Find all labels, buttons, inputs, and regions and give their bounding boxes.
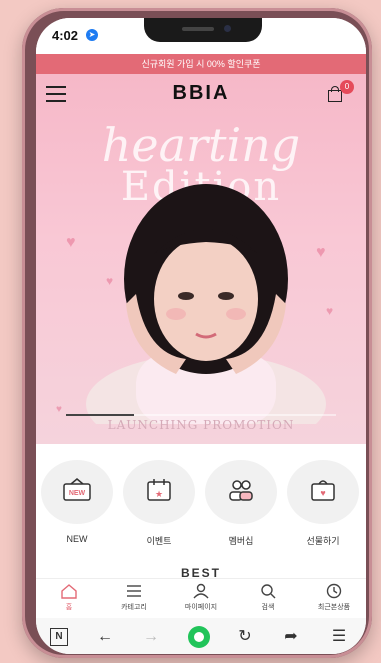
hamburger-menu-icon[interactable] — [46, 86, 66, 102]
tab-category[interactable]: 카테고리 — [104, 583, 164, 612]
quick-menu-membership[interactable]: 멤버십 — [204, 460, 278, 547]
notch — [144, 18, 262, 42]
site-header: BBIA 0 — [36, 74, 366, 114]
refresh-icon[interactable]: ↻ — [234, 626, 256, 648]
quick-menu-label: 멤버십 — [228, 536, 254, 546]
hero-caption: LAUNCHING PROMOTION — [107, 418, 295, 432]
carousel-progress-fill — [66, 414, 134, 416]
quick-menu-event[interactable]: ★ 이벤트 — [122, 460, 196, 547]
quick-menu-label: 선물하기 — [306, 536, 340, 546]
tab-search[interactable]: 검색 — [238, 583, 298, 612]
calendar-star-icon: ★ — [147, 479, 171, 501]
tab-recent[interactable]: 최근본상품 — [304, 583, 364, 612]
status-time: 4:02 — [52, 28, 79, 43]
cart-count-badge: 0 — [340, 80, 354, 94]
quick-menu-new[interactable]: NEW NEW — [40, 460, 114, 544]
phone-screen: 4:02 ➤ 신규회원 가입 시 00% 할인쿠폰 hearting Editi… — [36, 18, 366, 654]
naver-n-icon[interactable]: N — [48, 626, 70, 648]
status-bar: 4:02 ➤ — [36, 18, 366, 54]
quick-menu: NEW NEW ★ 이벤트 멤버십 ♥ 선물하기 — [36, 444, 366, 554]
menu-icon — [127, 585, 141, 597]
tab-home[interactable]: 홈 — [39, 583, 99, 612]
tab-label: 최근본상품 — [317, 604, 351, 611]
search-icon — [261, 584, 276, 599]
home-icon — [61, 584, 77, 599]
hero-banner[interactable]: hearting Edition ♥ ♥ ♥ ♥ ♥ LAUNCHING PRO… — [36, 74, 366, 444]
cart-icon[interactable]: 0 — [328, 80, 354, 102]
promo-banner[interactable]: 신규회원 가입 시 00% 할인쿠폰 — [36, 54, 366, 74]
tab-label: 카테고리 — [121, 604, 147, 611]
forward-arrow-icon[interactable]: → — [140, 626, 162, 648]
svg-text:★: ★ — [155, 489, 163, 499]
gift-bag-icon: ♥ — [311, 480, 335, 501]
quick-menu-label: NEW — [66, 534, 88, 544]
clock-icon — [326, 583, 342, 599]
tab-label: 홈 — [65, 604, 73, 611]
svg-text:♥: ♥ — [320, 488, 325, 498]
user-icon — [193, 583, 209, 599]
browser-menu-icon[interactable]: ☰ — [328, 626, 350, 648]
heart-decoration: ♥ — [66, 234, 76, 251]
members-icon — [229, 480, 253, 501]
tab-label: 검색 — [261, 604, 275, 611]
green-home-icon[interactable] — [188, 626, 210, 648]
quick-menu-label: 이벤트 — [146, 536, 172, 546]
new-sign-icon: NEW — [63, 478, 91, 501]
tab-mypage[interactable]: 마이페이지 — [171, 583, 231, 612]
model-photo — [86, 184, 326, 424]
bottom-tab-bar: 홈 카테고리 마이페이지 검색 최근본상품 — [36, 578, 366, 619]
back-arrow-icon[interactable]: ← — [94, 626, 116, 648]
location-arrow-icon: ➤ — [86, 29, 98, 41]
brand-logo[interactable]: BBIA — [151, 82, 251, 105]
tab-label: 마이페이지 — [184, 604, 218, 611]
share-icon[interactable]: ➦ — [280, 626, 302, 648]
svg-text:NEW: NEW — [69, 490, 86, 497]
quick-menu-gift[interactable]: ♥ 선물하기 — [286, 460, 360, 547]
browser-toolbar: N ← → ↻ ➦ ☰ — [36, 618, 366, 654]
heart-decoration: ♥ — [56, 404, 62, 415]
carousel-progress — [66, 414, 336, 416]
